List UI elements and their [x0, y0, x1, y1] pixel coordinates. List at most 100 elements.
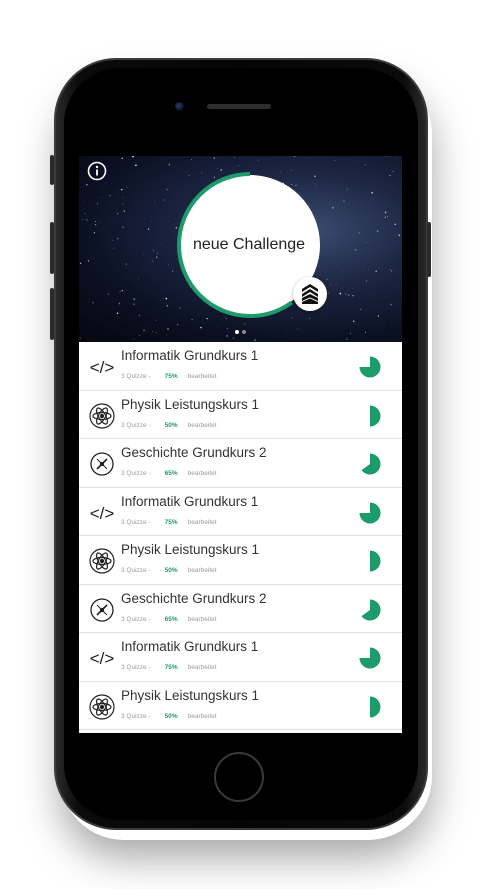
star — [121, 157, 123, 160]
star — [343, 200, 345, 203]
star — [133, 162, 134, 164]
star — [109, 194, 111, 197]
course-title: Physik Leistungskurs 1 — [121, 687, 260, 703]
star — [166, 305, 168, 307]
info-icon[interactable] — [87, 161, 107, 181]
challenge-title[interactable]: neue Challenge — [179, 236, 319, 254]
star — [138, 277, 139, 279]
star — [79, 246, 80, 248]
course-progress-pie — [361, 599, 381, 620]
star — [119, 290, 121, 293]
star — [173, 178, 174, 180]
quiz-count: 3 Quizze - — [121, 470, 151, 477]
compass-icon — [87, 595, 117, 625]
star — [87, 260, 90, 262]
star — [95, 224, 97, 226]
star — [84, 212, 86, 215]
compass-icon — [87, 449, 117, 479]
star — [167, 221, 169, 223]
star — [79, 337, 81, 339]
svg-text:</>: </> — [90, 358, 115, 377]
star — [337, 232, 339, 233]
course-row-5[interactable]: Physik Leistungskurs 1 3 Quizze - 50% bear… — [79, 536, 402, 585]
course-row-6[interactable]: Geschichte Grundkurs 2 3 Quizze - 65% bear… — [79, 584, 402, 633]
challenge-hero[interactable]: neue Challenge — [79, 156, 402, 342]
sergeant-rank-icon — [302, 284, 318, 304]
star — [166, 334, 168, 336]
star — [254, 339, 256, 341]
star — [357, 261, 358, 263]
star — [160, 243, 162, 245]
star — [111, 239, 114, 242]
star — [392, 170, 394, 173]
rank-badge[interactable] — [293, 277, 327, 311]
course-title: Physik Leistungskurs 1 — [121, 542, 260, 557]
star — [116, 190, 118, 192]
star — [96, 203, 98, 205]
course-row-4[interactable]: </> Informatik Grundkurs 1 3 Quizze - 75%… — [79, 487, 402, 536]
star — [385, 296, 387, 297]
star — [133, 303, 135, 305]
star — [217, 326, 219, 328]
star — [213, 157, 215, 159]
course-status: bearbeitet — [187, 470, 217, 477]
quiz-count: 3 Quizze - — [121, 712, 151, 720]
star — [133, 298, 135, 300]
course-percent: 50% — [164, 567, 178, 574]
svg-text:</>: </> — [90, 504, 115, 523]
course-title: Informatik Grundkurs 1 — [121, 493, 259, 509]
star — [365, 242, 367, 243]
star — [120, 188, 123, 191]
course-row-8[interactable]: Physik Leistungskurs 1 3 Quizze - 50% bear… — [79, 681, 402, 730]
star — [163, 199, 166, 201]
home-button[interactable] — [214, 752, 264, 802]
course-row-1[interactable]: </> Informatik Grundkurs 1 3 Quizze - 75%… — [79, 342, 402, 391]
star — [391, 321, 393, 323]
star — [101, 196, 103, 198]
progress-slice — [370, 405, 381, 426]
quiz-count: 3 Quizze - — [121, 567, 151, 574]
course-meta: 3 Quizze - 65% bearbeitet — [121, 470, 217, 477]
star — [168, 163, 171, 166]
star — [125, 263, 127, 265]
star — [177, 324, 179, 326]
star — [377, 315, 380, 317]
star — [391, 270, 393, 272]
star — [394, 156, 396, 158]
star — [232, 337, 235, 340]
star — [93, 232, 96, 234]
course-meta: 3 Quizze - 50% bearbeitet — [121, 567, 217, 574]
star — [294, 156, 296, 157]
star — [390, 303, 392, 306]
star — [392, 208, 394, 210]
star — [360, 308, 362, 310]
star — [348, 294, 350, 296]
star — [117, 213, 119, 215]
page-indicator[interactable] — [79, 330, 402, 334]
star — [333, 181, 335, 182]
star — [105, 182, 106, 184]
star — [123, 210, 125, 212]
course-row-2[interactable]: Physik Leistungskurs 1 3 Quizze - 50% bear… — [79, 390, 402, 439]
star — [293, 156, 295, 158]
page-dot-2[interactable] — [242, 330, 246, 334]
page-dot-1[interactable] — [235, 330, 239, 334]
star — [389, 268, 391, 270]
course-percent: 50% — [164, 421, 178, 429]
code-icon: </> — [87, 643, 117, 673]
course-meta: 3 Quizze - 75% bearbeitet — [121, 519, 217, 526]
star — [376, 230, 379, 232]
course-progress-pie — [370, 550, 381, 572]
course-status: bearbeitet — [187, 567, 217, 574]
course-list: </> Informatik Grundkurs 1 3 Quizze - 75%… — [79, 342, 402, 730]
star — [375, 270, 377, 272]
star — [122, 203, 125, 205]
course-row-3[interactable]: Geschichte Grundkurs 2 3 Quizze - 65% bear… — [79, 439, 402, 488]
star — [226, 335, 228, 337]
course-row-7[interactable]: </> Informatik Grundkurs 1 3 Quizze - 75%… — [79, 633, 402, 682]
star — [335, 284, 337, 286]
power-button — [427, 222, 431, 277]
star — [364, 164, 366, 166]
progress-slice — [359, 356, 381, 378]
star — [345, 338, 348, 340]
